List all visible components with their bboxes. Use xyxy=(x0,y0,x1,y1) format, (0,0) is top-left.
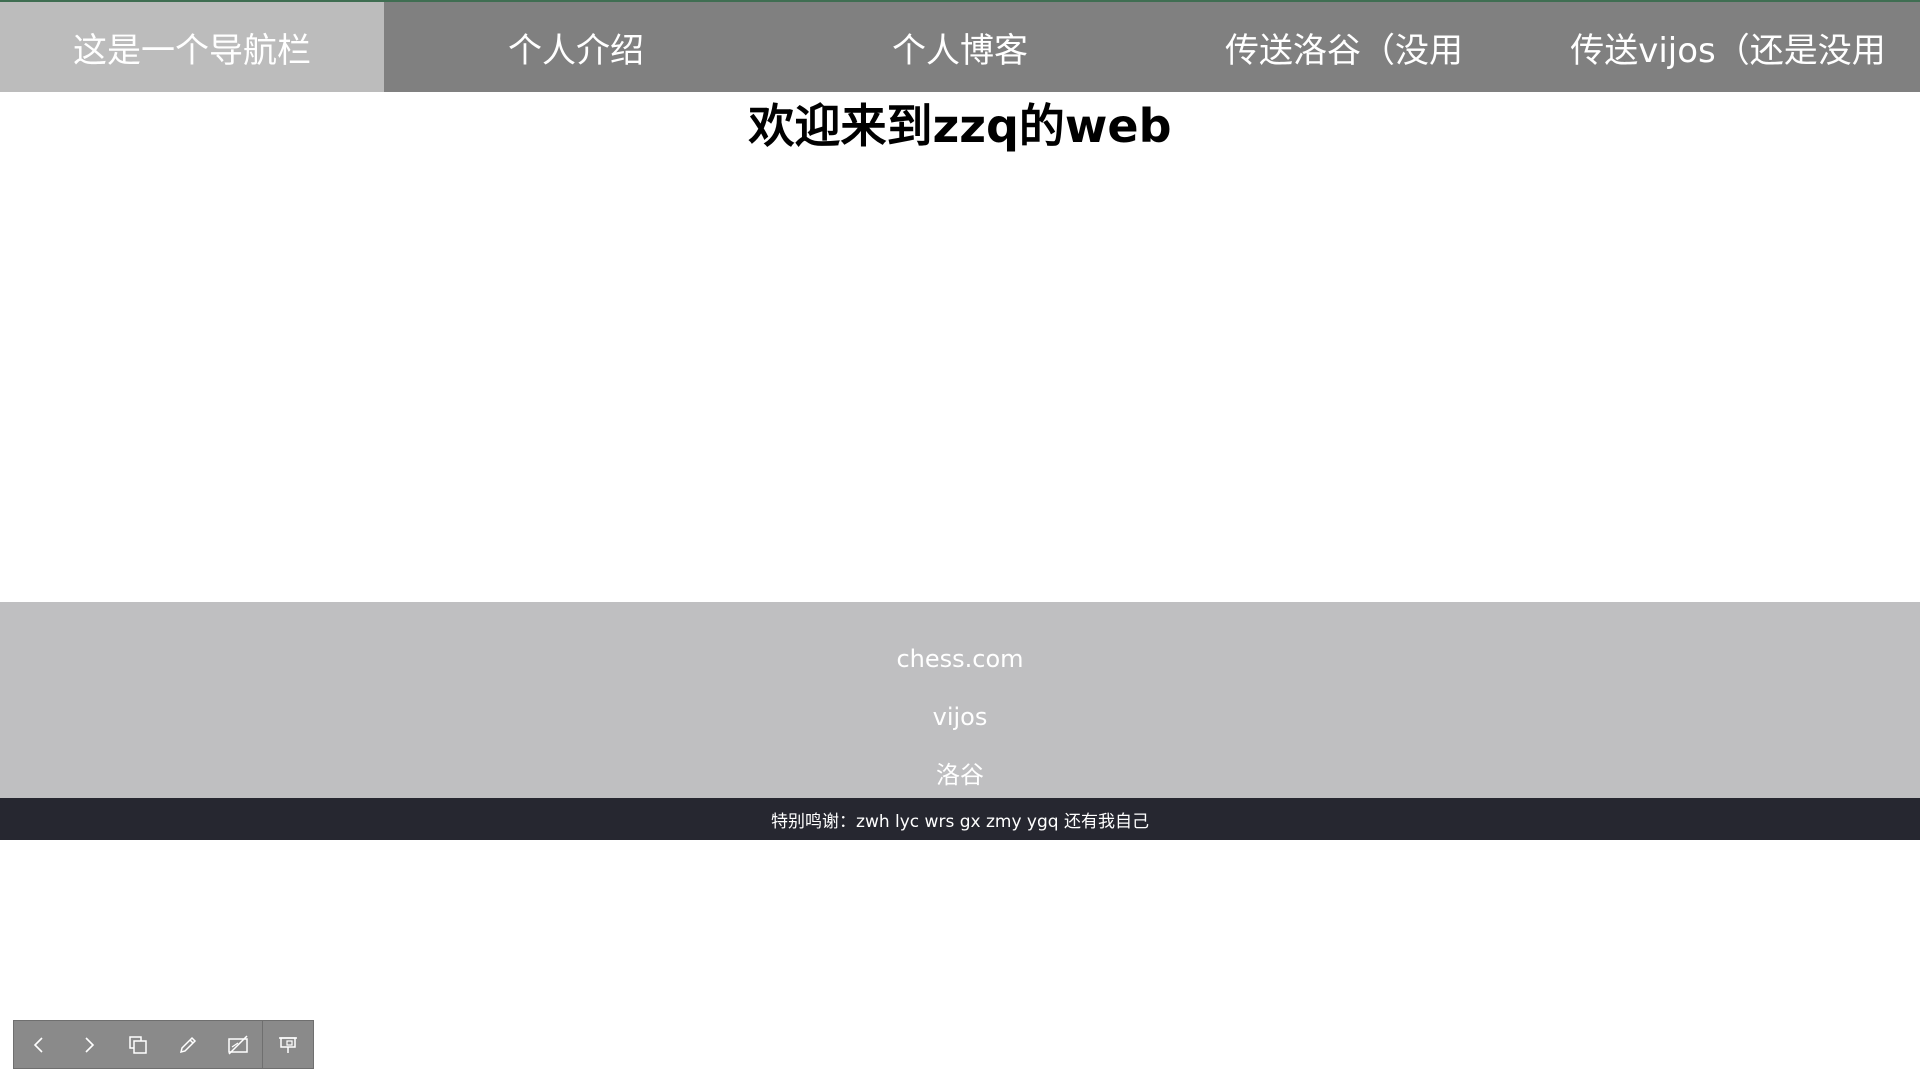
page: 这是一个导航栏 个人介绍 个人博客 传送洛谷（没用 传送vijos（还是没用 欢… xyxy=(0,0,1920,1080)
footer-link-luogu[interactable]: 洛谷 xyxy=(0,760,1920,790)
nav-item-vijos[interactable]: 传送vijos（还是没用 xyxy=(1536,2,1920,92)
next-button[interactable] xyxy=(64,1021,114,1068)
copy-icon xyxy=(129,1035,147,1054)
whiteboard-off-icon xyxy=(227,1034,248,1055)
footer-links: chess.com vijos 洛谷 xyxy=(0,602,1920,798)
page-title: 欢迎来到zzq的web xyxy=(748,99,1172,153)
copy-button[interactable] xyxy=(113,1021,163,1068)
chevron-right-icon xyxy=(84,1036,94,1053)
pen-icon xyxy=(179,1036,196,1053)
prev-button[interactable] xyxy=(14,1021,64,1068)
thanks-text: 特别鸣谢：zwh lyc wrs gx zmy ygq 还有我自己 xyxy=(771,811,1149,832)
thanks-bar: 特别鸣谢：zwh lyc wrs gx zmy ygq 还有我自己 xyxy=(0,798,1920,840)
chevron-left-icon xyxy=(33,1036,43,1053)
footer-link-vijos[interactable]: vijos xyxy=(0,702,1920,732)
presentation-icon xyxy=(279,1036,298,1053)
footer-link-chess[interactable]: chess.com xyxy=(0,644,1920,674)
navbar: 这是一个导航栏 个人介绍 个人博客 传送洛谷（没用 传送vijos（还是没用 xyxy=(0,2,1920,92)
nav-item-blog[interactable]: 个人博客 xyxy=(768,2,1152,92)
pen-button[interactable] xyxy=(163,1021,213,1068)
whiteboard-button[interactable] xyxy=(213,1021,263,1068)
presentation-toolbar xyxy=(13,1020,314,1069)
presentation-button[interactable] xyxy=(263,1021,313,1068)
nav-item-about[interactable]: 个人介绍 xyxy=(384,2,768,92)
nav-item-brand: 这是一个导航栏 xyxy=(0,2,384,92)
nav-item-luogu[interactable]: 传送洛谷（没用 xyxy=(1152,2,1536,92)
